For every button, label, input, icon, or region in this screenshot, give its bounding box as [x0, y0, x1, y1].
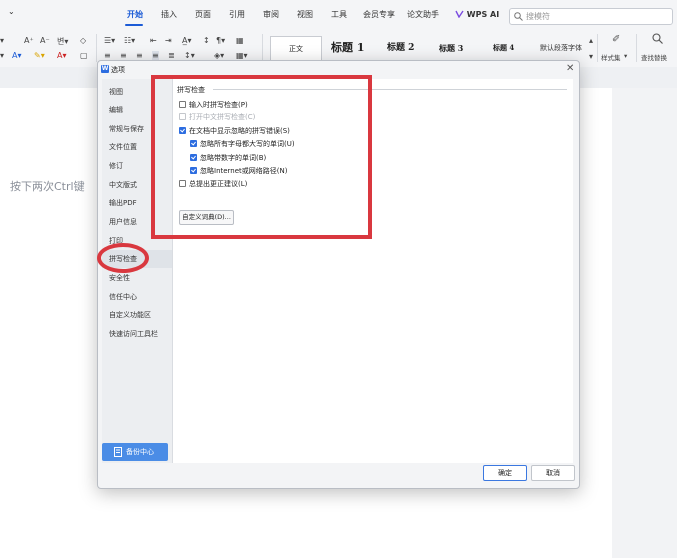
style-gallery-expand-icon[interactable]: ▾ [589, 52, 593, 61]
style-heading-1[interactable]: 标题 1 [331, 36, 364, 60]
phonetic-icon[interactable]: 변▾ [57, 36, 68, 47]
tab-page[interactable]: 页面 [195, 9, 211, 20]
ok-button[interactable]: 确定 [483, 465, 527, 481]
backup-center-button[interactable]: 备份中心 [102, 443, 168, 461]
tab-insert[interactable]: 插入 [161, 9, 177, 20]
page-margin-strip [612, 88, 677, 558]
align-left-icon[interactable]: ≡ [104, 51, 111, 60]
backup-icon [114, 447, 122, 457]
align-center-icon[interactable]: ≡ [120, 51, 127, 60]
text-effect-icon[interactable]: A▾ [12, 51, 22, 60]
style-gallery-scroll-icon[interactable]: ▴ [589, 36, 593, 45]
annotation-highlight-box [151, 75, 372, 239]
style-heading-4[interactable]: 标题 4 [493, 36, 514, 60]
tab-wps-ai[interactable]: WPS AI [455, 9, 499, 19]
style-normal[interactable]: 正文 [270, 36, 322, 62]
cancel-button[interactable]: 取消 [531, 465, 575, 481]
indent-icon[interactable]: ⇤ [150, 36, 157, 45]
style-heading-2[interactable]: 标题 2 [387, 36, 414, 60]
style-set-button[interactable]: 样式集 [601, 52, 621, 62]
font-size-dropdown-icon[interactable]: ▾ [0, 36, 4, 45]
tab-thesis[interactable]: 论文助手 [407, 9, 439, 20]
font-color-icon[interactable]: A▾ [57, 51, 67, 60]
show-marks-icon[interactable]: ¶▾ [216, 36, 225, 45]
tab-view[interactable]: 视图 [297, 9, 313, 20]
wps-logo-icon: W [101, 65, 109, 73]
nav-item-customize-ribbon[interactable]: 自定义功能区 [102, 306, 172, 324]
ribbon-tab-bar: ⌄ 开始 插入 页面 引用 审阅 视图 工具 会员专享 论文助手 WPS AI … [0, 0, 677, 30]
style-default-paragraph[interactable]: 默认段落字体 [540, 36, 582, 60]
distribute-icon[interactable]: ≣ [168, 51, 175, 60]
table-icon[interactable]: ▦ [236, 36, 244, 45]
active-tab-indicator [125, 24, 143, 26]
chevron-down-icon[interactable]: ⌄ [8, 7, 15, 16]
toolbar-divider [636, 34, 637, 62]
shading-icon[interactable]: ◈▾ [214, 51, 224, 60]
shrink-font-icon[interactable]: A⁻ [40, 36, 50, 45]
grow-font-icon[interactable]: A⁺ [24, 36, 34, 45]
numbered-list-icon[interactable]: ☷▾ [124, 36, 135, 45]
sort-icon[interactable]: ↕ [203, 36, 210, 45]
document-hint-text: 按下两次Ctrl键 [10, 180, 85, 193]
nav-item-quick-access[interactable]: 快速访问工具栏 [102, 325, 172, 343]
align-right-icon[interactable]: ≡ [136, 51, 143, 60]
find-replace-button[interactable]: 查找替换 [641, 52, 667, 62]
backup-center-label: 备份中心 [126, 448, 154, 456]
find-icon[interactable] [652, 33, 663, 46]
toolbar-divider [262, 34, 263, 62]
char-border-icon[interactable]: ▢ [80, 51, 88, 60]
line-spacing-icon[interactable]: ↕▾ [184, 51, 195, 60]
highlight-icon[interactable]: ✎▾ [34, 51, 45, 60]
bullet-list-icon[interactable]: ☰▾ [104, 36, 115, 45]
tab-member[interactable]: 会员专享 [363, 9, 395, 20]
tab-home[interactable]: 开始 [127, 9, 143, 20]
wps-ai-icon [455, 10, 464, 19]
style-set-dropdown-icon[interactable]: ▾ [624, 52, 627, 60]
close-icon[interactable]: ✕ [566, 63, 574, 74]
justify-icon[interactable]: ≡ [152, 51, 159, 60]
search-input[interactable]: 搜模符 [509, 8, 673, 25]
toolbar-divider [597, 34, 598, 62]
tab-review[interactable]: 审阅 [263, 9, 279, 20]
toolbar-divider [96, 34, 97, 62]
clear-format-icon[interactable]: ◇ [80, 36, 86, 45]
tab-reference[interactable]: 引用 [229, 9, 245, 20]
outdent-icon[interactable]: ⇥ [165, 36, 172, 45]
annotation-highlight-circle [97, 243, 149, 273]
style-set-icon[interactable]: ✐ [612, 34, 620, 45]
search-placeholder: 搜模符 [526, 12, 550, 21]
search-icon [514, 12, 523, 21]
style-heading-3[interactable]: 标题 3 [439, 36, 463, 60]
tab-tools[interactable]: 工具 [331, 9, 347, 20]
dialog-title: 选项 [111, 66, 125, 74]
border-icon[interactable]: ▦▾ [236, 51, 248, 60]
chinese-layout-icon[interactable]: A̲▾ [182, 36, 192, 45]
nav-item-trust-center[interactable]: 信任中心 [102, 288, 172, 306]
underline-dropdown-icon[interactable]: ▾ [0, 51, 4, 60]
